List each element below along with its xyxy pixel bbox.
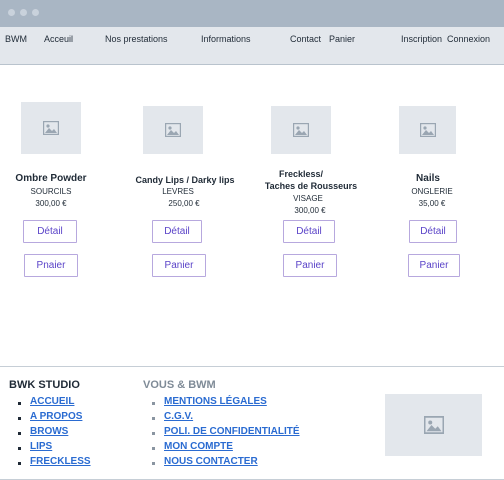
detail-button[interactable]: Détail [409,220,457,243]
footer-link-mon-compte[interactable]: MON COMPTE [164,441,233,452]
nav-item-prestations[interactable]: Nos prestations [105,34,168,44]
nav-item-contact[interactable]: Contact [290,34,321,44]
product-category: LEVRES [162,187,194,196]
bullet-icon [152,402,155,405]
window-titlebar [0,0,504,27]
product-image[interactable] [271,106,331,154]
footer-col1-title: BWK STUDIO [9,379,80,391]
product-name-line2: Taches de Rousseurs [264,181,358,191]
product-category: SOURCILS [30,187,72,196]
footer: BWK STUDIO ACCUEIL A PROPOS BROWS LIPS F… [0,366,504,480]
footer-link-mentions-legales[interactable]: MENTIONS LÉGALES [164,396,267,407]
product-image[interactable] [21,102,81,154]
add-to-cart-button[interactable]: Panier [283,254,337,277]
product-name: Nails [416,173,440,184]
bullet-icon [18,432,21,435]
product-price: 300,00 € [294,206,326,215]
product-price: 250,00 € [168,199,200,208]
footer-link-confidentialite[interactable]: POLI. DE CONFIDENTIALITÉ [164,426,300,437]
footer-link-brows[interactable]: BROWS [30,426,68,437]
bullet-icon [152,447,155,450]
bullet-icon [152,417,155,420]
image-icon [165,123,181,137]
nav-item-accueil[interactable]: Acceuil [44,34,73,44]
product-image[interactable] [143,106,203,154]
detail-button[interactable]: Détail [152,220,202,243]
detail-button[interactable]: Détail [283,220,335,243]
footer-link-cgv[interactable]: C.G.V. [164,411,193,422]
image-icon [293,123,309,137]
bullet-icon [18,417,21,420]
window-dot-icon[interactable] [32,9,39,16]
footer-link-freckless[interactable]: FRECKLESS [30,456,91,467]
product-price: 35,00 € [418,199,446,208]
bullet-icon [18,462,21,465]
nav-item-inscription[interactable]: Inscription [401,34,442,44]
bullet-icon [18,447,21,450]
product-price: 300,00 € [35,199,67,208]
detail-button[interactable]: Détail [23,220,77,243]
bullet-icon [18,402,21,405]
top-nav: BWM Acceuil Nos prestations Informations… [0,27,504,65]
nav-item-informations[interactable]: Informations [201,34,251,44]
footer-link-nous-contacter[interactable]: NOUS CONTACTER [164,456,258,467]
nav-brand[interactable]: BWM [5,34,27,44]
product-name: Ombre Powder [15,173,87,184]
product-name: Freckless/ [278,169,324,179]
footer-link-lips[interactable]: LIPS [30,441,52,452]
image-icon [423,416,444,434]
bullet-icon [152,462,155,465]
window-dot-icon[interactable] [20,9,27,16]
product-name: Candy Lips / Darky lips [135,175,235,185]
image-icon [419,123,436,137]
image-icon [43,121,59,135]
bullet-icon [152,432,155,435]
footer-col2-title: VOUS & BWM [143,379,216,391]
footer-link-accueil[interactable]: ACCUEIL [30,396,74,407]
footer-link-a-propos[interactable]: A PROPOS [30,411,82,422]
product-category: VISAGE [293,194,323,203]
nav-item-panier[interactable]: Panier [329,34,355,44]
footer-image [385,394,482,456]
product-category: ONGLERIE [411,187,453,196]
add-to-cart-button[interactable]: Panier [152,254,206,277]
add-to-cart-button[interactable]: Pnaier [24,254,78,277]
product-image[interactable] [399,106,456,154]
add-to-cart-button[interactable]: Panier [408,254,460,277]
nav-item-connexion[interactable]: Connexion [447,34,490,44]
window-dot-icon[interactable] [8,9,15,16]
